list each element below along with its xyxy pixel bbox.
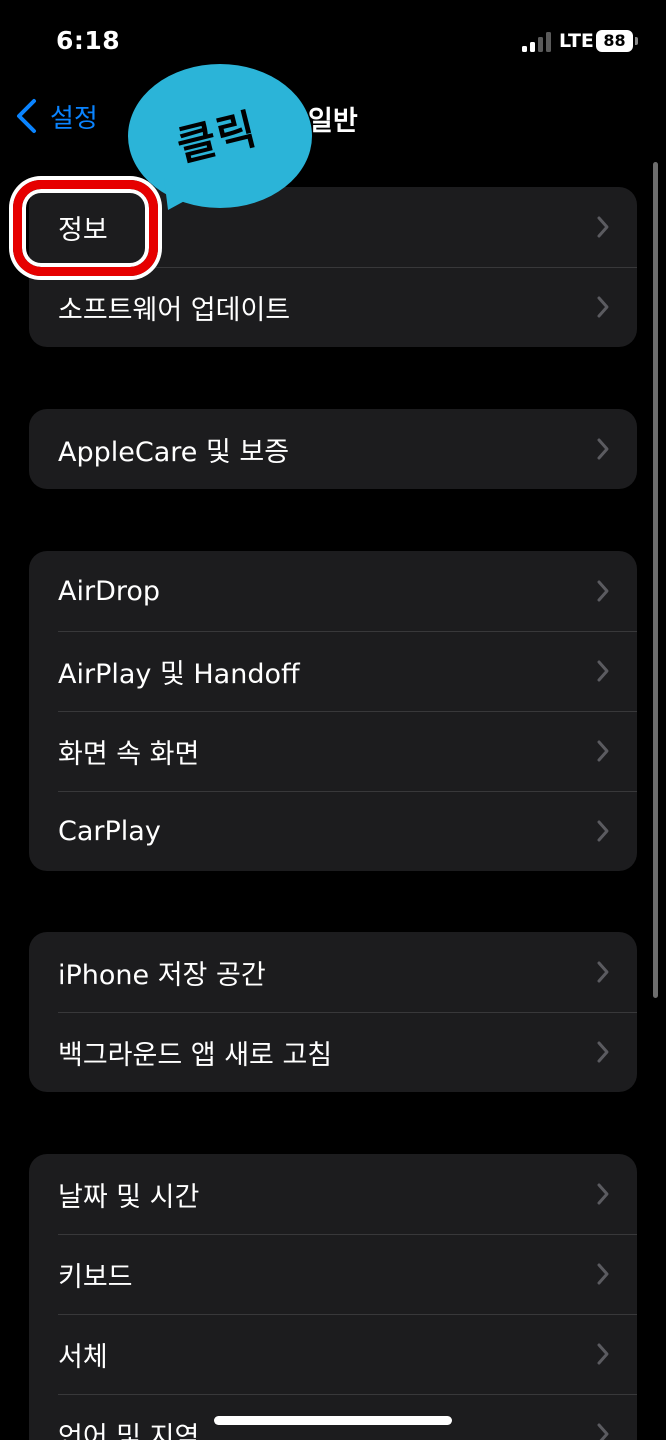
- row-label: 언어 및 지역: [58, 1421, 200, 1440]
- chevron-right-icon: [597, 580, 609, 602]
- row-label: 화면 속 화면: [58, 738, 200, 770]
- chevron-right-icon: [597, 820, 609, 842]
- chevron-right-icon: [597, 296, 609, 318]
- row-picture-in-picture[interactable]: 화면 속 화면: [29, 711, 637, 791]
- row-label: 키보드: [58, 1261, 133, 1293]
- row-date-time[interactable]: 날짜 및 시간: [29, 1154, 637, 1234]
- row-label: AirDrop: [58, 575, 161, 607]
- battery-icon: 88: [596, 30, 633, 52]
- row-background-app-refresh[interactable]: 백그라운드 앱 새로 고침: [29, 1012, 637, 1092]
- group-storage: iPhone 저장 공간 백그라운드 앱 새로 고침: [29, 932, 637, 1092]
- chevron-right-icon: [597, 660, 609, 682]
- row-software-update[interactable]: 소프트웨어 업데이트: [29, 267, 637, 347]
- group-applecare: AppleCare 및 보증: [29, 409, 637, 489]
- cellular-signal-icon: [522, 32, 552, 52]
- chevron-right-icon: [597, 961, 609, 983]
- row-keyboard[interactable]: 키보드: [29, 1234, 637, 1314]
- group-locale: 날짜 및 시간 키보드 서체 언어 및 지역: [29, 1154, 637, 1440]
- row-fonts[interactable]: 서체: [29, 1314, 637, 1394]
- chevron-right-icon: [597, 1183, 609, 1205]
- row-label: iPhone 저장 공간: [58, 959, 266, 991]
- chevron-left-icon: [17, 99, 36, 133]
- back-button-label: 설정: [50, 103, 98, 134]
- row-iphone-storage[interactable]: iPhone 저장 공간: [29, 932, 637, 1012]
- row-label: AppleCare 및 보증: [58, 436, 290, 468]
- group-connectivity: AirDrop AirPlay 및 Handoff 화면 속 화면 CarPla…: [29, 551, 637, 871]
- row-label: AirPlay 및 Handoff: [58, 658, 300, 690]
- scroll-indicator[interactable]: [653, 162, 658, 998]
- highlight-ring-annotation: [13, 180, 158, 276]
- chevron-right-icon: [597, 216, 609, 238]
- row-applecare[interactable]: AppleCare 및 보증: [29, 409, 637, 489]
- row-label: 소프트웨어 업데이트: [58, 294, 291, 326]
- status-bar: 6:18 LTE 88: [0, 0, 666, 84]
- row-airplay-handoff[interactable]: AirPlay 및 Handoff: [29, 631, 637, 711]
- network-type: LTE: [559, 30, 594, 52]
- row-label: 날짜 및 시간: [58, 1181, 200, 1213]
- chevron-right-icon: [597, 1041, 609, 1063]
- chevron-right-icon: [597, 1263, 609, 1285]
- chevron-right-icon: [597, 1343, 609, 1365]
- row-label: 백그라운드 앱 새로 고침: [58, 1039, 333, 1071]
- row-label: CarPlay: [58, 815, 161, 847]
- row-carplay[interactable]: CarPlay: [29, 791, 637, 871]
- chevron-right-icon: [597, 1423, 609, 1440]
- row-airdrop[interactable]: AirDrop: [29, 551, 637, 631]
- status-time: 6:18: [56, 26, 121, 55]
- chevron-right-icon: [597, 438, 609, 460]
- back-button[interactable]: 설정: [14, 96, 98, 136]
- home-indicator[interactable]: [214, 1416, 452, 1425]
- battery-tip: [635, 37, 638, 45]
- row-label: 서체: [58, 1341, 108, 1373]
- chevron-right-icon: [597, 740, 609, 762]
